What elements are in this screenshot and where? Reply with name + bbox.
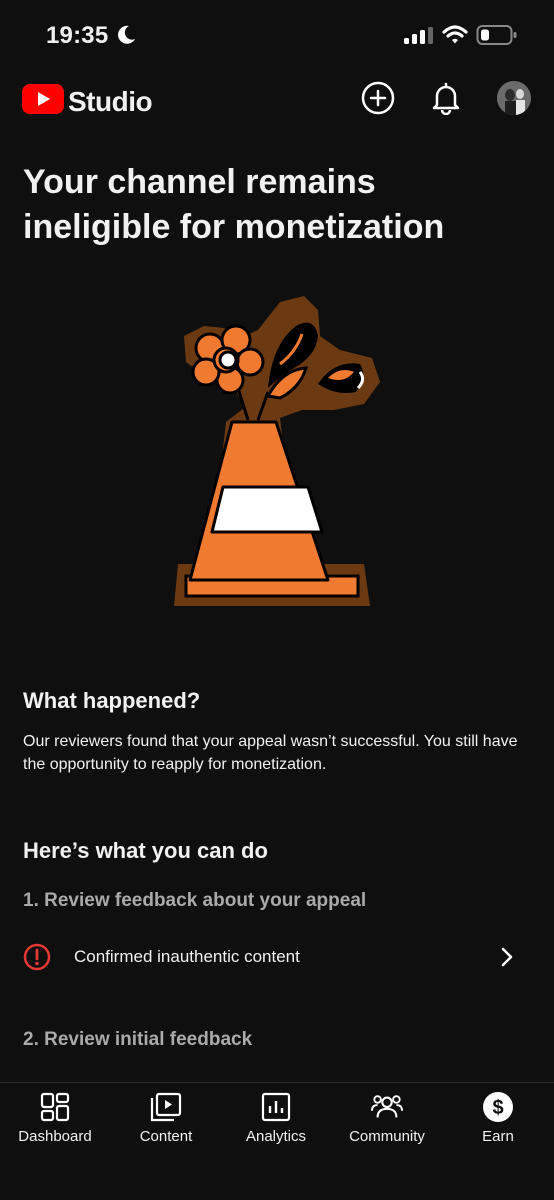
analytics-bars-icon	[260, 1091, 292, 1123]
step-1-title: 1. Review feedback about your appeal	[23, 890, 367, 911]
youtube-studio-logo[interactable]: Studio	[22, 84, 153, 119]
what-happened-body: Our reviewers found that your appeal was…	[23, 733, 518, 773]
youtube-logo-icon	[22, 84, 64, 119]
traffic-cone-illustration	[168, 292, 388, 617]
chevron-right-icon	[497, 945, 517, 974]
create-plus-icon	[361, 81, 395, 120]
status-bar: 19:35	[0, 0, 554, 70]
svg-text:$: $	[492, 1097, 503, 1119]
wifi-icon	[442, 24, 468, 51]
content-play-icon	[150, 1091, 182, 1123]
status-time: 19:35	[46, 22, 109, 49]
nav-community-label: Community	[349, 1128, 425, 1145]
what-happened-heading: What happened?	[23, 688, 201, 713]
notifications-bell-icon	[431, 81, 461, 120]
dashboard-grid-icon	[39, 1091, 71, 1123]
nav-earn-label: Earn	[482, 1128, 514, 1145]
moon-icon	[116, 24, 136, 51]
nav-dashboard[interactable]: Dashboard	[0, 1083, 110, 1163]
alert-icon	[23, 943, 51, 976]
earn-dollar-icon: $	[482, 1091, 514, 1123]
step-2-title: 2. Review initial feedback	[23, 1029, 253, 1050]
nav-content-label: Content	[139, 1128, 193, 1145]
community-people-icon	[371, 1091, 403, 1123]
nav-analytics[interactable]: Analytics	[221, 1083, 331, 1163]
battery-icon	[476, 24, 518, 51]
bottom-navigation: Dashboard Content Analytics Community $ …	[0, 1082, 554, 1200]
notifications-button[interactable]	[426, 80, 466, 120]
nav-dashboard-label: Dashboard	[18, 1128, 92, 1145]
page-title: Your channel remains ineligible for mone…	[23, 163, 445, 246]
feedback-item-row[interactable]: Confirmed inauthentic content	[0, 932, 554, 982]
nav-community[interactable]: Community	[332, 1083, 442, 1163]
nav-content[interactable]: Content	[111, 1083, 221, 1163]
logo-text: Studio	[68, 85, 153, 117]
nav-analytics-label: Analytics	[245, 1128, 307, 1145]
avatar[interactable]	[497, 81, 531, 115]
feedback-item-label: Confirmed inauthentic content	[74, 947, 300, 966]
create-button[interactable]	[358, 80, 398, 120]
app-header: Studio	[0, 70, 554, 130]
what-to-do-heading: Here’s what you can do	[23, 838, 268, 863]
nav-earn[interactable]: $ Earn	[443, 1083, 553, 1163]
cellular-signal-icon	[404, 27, 434, 50]
